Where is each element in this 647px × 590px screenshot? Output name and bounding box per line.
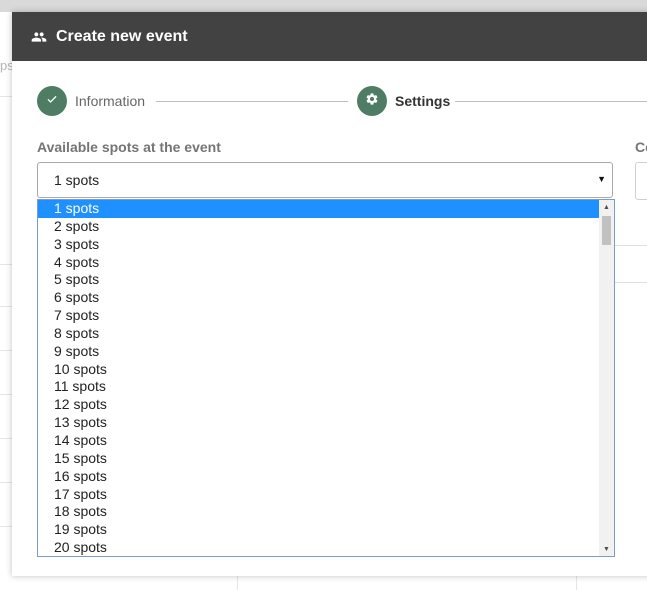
dropdown-option[interactable]: 20 spots (38, 539, 600, 556)
background-divider (0, 96, 12, 97)
spots-dropdown-list[interactable]: 1 spots 2 spots 3 spots 4 spots 5 spots 6 spo… (37, 199, 615, 557)
dropdown-option[interactable]: 10 spots (38, 361, 600, 379)
dropdown-option[interactable]: 13 spots (38, 414, 600, 432)
spots-select[interactable]: 1 spots ▼ (37, 162, 613, 198)
divider (612, 245, 647, 246)
dropdown-option[interactable]: 12 spots (38, 396, 600, 414)
stepper: Information Settings (37, 86, 647, 118)
step-connector (156, 101, 348, 102)
dropdown-option[interactable]: 9 spots (38, 343, 600, 361)
step-connector (455, 101, 647, 102)
dropdown-option[interactable]: 19 spots (38, 521, 600, 539)
dropdown-option[interactable]: 11 spots (38, 378, 600, 396)
divider (612, 282, 647, 283)
spots-select-value: 1 spots (54, 172, 100, 188)
spots-field-label: Available spots at the event (37, 139, 221, 155)
caret-down-icon: ▼ (597, 174, 606, 184)
background-divider (0, 306, 12, 307)
scrollbar-thumb[interactable] (602, 216, 611, 245)
background-divider (0, 350, 12, 351)
second-field-input[interactable] (635, 162, 647, 200)
dropdown-option[interactable]: 17 spots (38, 486, 600, 504)
background-divider (0, 526, 12, 527)
dropdown-option[interactable]: 5 spots (38, 271, 600, 289)
modal-header: Create new event (12, 12, 647, 61)
option-list: 1 spots 2 spots 3 spots 4 spots 5 spots 6 spo… (38, 200, 600, 556)
dropdown-option[interactable]: 1 spots (38, 200, 600, 218)
step-settings[interactable] (357, 86, 387, 116)
dropdown-option[interactable]: 14 spots (38, 432, 600, 450)
dropdown-option[interactable]: 15 spots (38, 450, 600, 468)
dropdown-option[interactable]: 4 spots (38, 254, 600, 272)
group-icon (31, 29, 47, 45)
background-topbar (0, 0, 647, 12)
background-divider (0, 482, 12, 483)
background-divider (576, 576, 577, 590)
dropdown-option[interactable]: 16 spots (38, 468, 600, 486)
background-divider (0, 394, 12, 395)
dropdown-scrollbar[interactable]: ▲ ▼ (599, 200, 614, 556)
scroll-up-arrow-icon[interactable]: ▲ (599, 200, 614, 214)
dropdown-option[interactable]: 2 spots (38, 218, 600, 236)
step-settings-label: Settings (395, 93, 451, 109)
background-divider (237, 576, 238, 590)
check-icon (45, 92, 59, 111)
dropdown-option[interactable]: 18 spots (38, 503, 600, 521)
dropdown-option[interactable]: 8 spots (38, 325, 600, 343)
dropdown-option[interactable]: 3 spots (38, 236, 600, 254)
dropdown-option[interactable]: 6 spots (38, 289, 600, 307)
dropdown-option[interactable]: 7 spots (38, 307, 600, 325)
step-information-label: Information (75, 93, 146, 109)
step-information[interactable] (37, 86, 67, 116)
second-field-label: Co (635, 139, 647, 155)
background-divider (0, 438, 12, 439)
modal-title: Create new event (56, 27, 188, 45)
scroll-down-arrow-icon[interactable]: ▼ (599, 542, 614, 556)
gear-icon (365, 92, 379, 111)
background-divider (0, 264, 12, 265)
